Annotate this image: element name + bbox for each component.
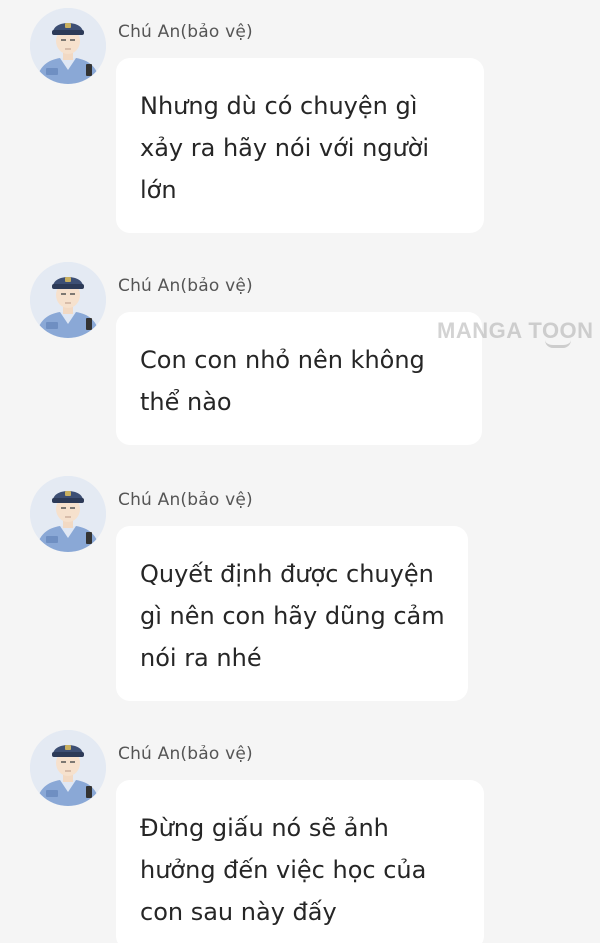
security-guard-avatar-icon [30, 730, 106, 806]
message-bubble: Quyết định được chuyện gì nên con hãy dũ… [116, 526, 468, 701]
message-bubble: Con con nhỏ nên không thể nào [116, 312, 482, 445]
sender-avatar[interactable] [30, 8, 106, 84]
sender-name: Chú An(bảo vệ) [118, 490, 253, 510]
message-bubble: Đừng giấu nó sẽ ảnh hưởng đến việc học c… [116, 780, 484, 943]
sender-name: Chú An(bảo vệ) [118, 744, 253, 764]
sender-avatar[interactable] [30, 476, 106, 552]
security-guard-avatar-icon [30, 8, 106, 84]
chat-thread: Chú An(bảo vệ) Nhưng dù có chuyện gì xảy… [0, 0, 600, 943]
sender-name: Chú An(bảo vệ) [118, 276, 253, 296]
sender-avatar[interactable] [30, 730, 106, 806]
security-guard-avatar-icon [30, 262, 106, 338]
security-guard-avatar-icon [30, 476, 106, 552]
message-bubble: Nhưng dù có chuyện gì xảy ra hãy nói với… [116, 58, 484, 233]
sender-name: Chú An(bảo vệ) [118, 22, 253, 42]
watermark: MANGA TOON [437, 318, 594, 348]
sender-avatar[interactable] [30, 262, 106, 338]
watermark-smile-icon [545, 340, 571, 348]
